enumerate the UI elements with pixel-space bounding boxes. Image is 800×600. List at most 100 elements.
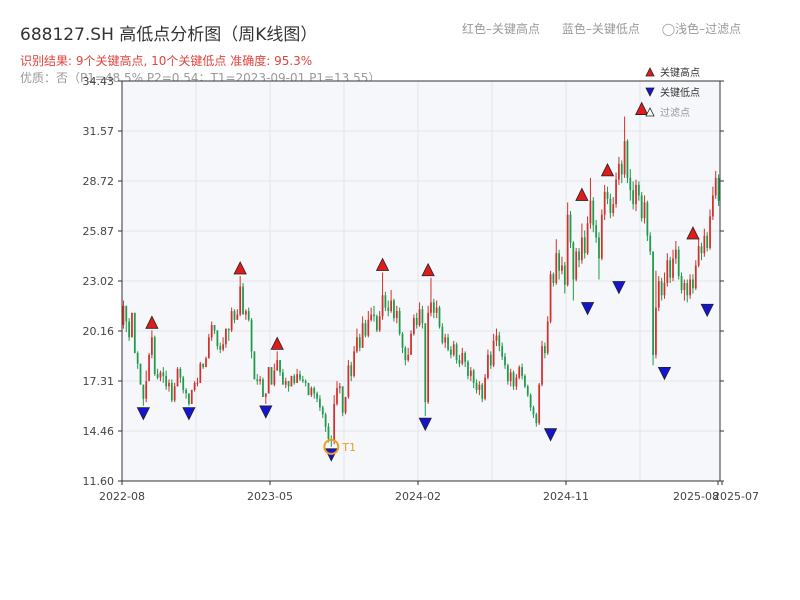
candle-body: [706, 235, 709, 248]
candle-body: [592, 200, 595, 226]
legend-marker-high: [645, 67, 655, 77]
candle-body: [410, 333, 412, 355]
candle-body: [657, 281, 660, 308]
candle-body: [378, 316, 381, 331]
candle-body: [176, 368, 179, 387]
candle-body: [694, 265, 697, 289]
candle-body: [586, 223, 589, 254]
candle-body: [543, 346, 546, 354]
candle-body: [190, 389, 193, 404]
x-tick-label: 2025-08: [673, 490, 719, 503]
candle-body: [438, 307, 441, 327]
candle-body: [247, 311, 250, 320]
candle-body: [333, 403, 336, 441]
x-tick-label: 2024-02: [395, 490, 441, 503]
candle-body: [472, 370, 475, 383]
candle-body: [689, 279, 691, 296]
candle-body: [341, 386, 344, 413]
candle-body: [450, 349, 452, 355]
candle-body: [250, 319, 253, 352]
candle-body: [347, 365, 350, 397]
candle-body: [467, 361, 469, 376]
candle-body: [538, 384, 541, 424]
candle-body: [532, 407, 535, 415]
y-tick-label: 25.87: [83, 225, 115, 238]
candle-body: [615, 179, 617, 205]
candle-body: [151, 337, 153, 355]
candle-body: [310, 388, 313, 396]
candle-body: [205, 358, 207, 368]
candle-body: [549, 274, 552, 322]
candle-body: [415, 318, 418, 326]
candle-body: [148, 354, 150, 382]
candle-body: [179, 368, 182, 378]
candle-body: [441, 326, 444, 343]
candle-body: [498, 335, 501, 347]
candle-body: [338, 386, 341, 389]
candle-body: [524, 375, 526, 387]
candle-body: [299, 374, 301, 380]
candle-body: [373, 314, 375, 317]
candle-body: [259, 379, 261, 382]
candle-body: [287, 381, 290, 387]
y-tick-label: 11.60: [83, 475, 115, 488]
candle-body: [162, 372, 165, 376]
candle-body: [264, 393, 267, 397]
candle-body: [700, 246, 703, 254]
candle-body: [233, 311, 236, 320]
candle-body: [168, 382, 170, 387]
candle-body: [216, 330, 219, 347]
candle-body: [159, 372, 162, 378]
candle-body: [381, 295, 384, 317]
candle-body: [478, 384, 481, 390]
candle-body: [703, 235, 706, 254]
candle-body: [452, 344, 455, 355]
y-tick-label: 17.31: [83, 375, 115, 388]
legend-label-high: 关键高点: [660, 66, 700, 79]
candle-body: [666, 260, 669, 284]
candle-body: [193, 382, 196, 390]
candle-body: [464, 353, 467, 362]
x-tick-label: 2025-07: [713, 490, 759, 503]
candle-body: [583, 237, 586, 254]
candle-body: [375, 316, 378, 331]
candle-body: [185, 389, 187, 394]
candle-body: [301, 379, 304, 382]
candle-body: [196, 382, 199, 384]
candle-body: [276, 360, 279, 371]
candle-body: [535, 414, 538, 424]
candle-body: [412, 318, 415, 334]
candle-body: [353, 351, 355, 376]
candle-body: [307, 382, 310, 396]
candle-body: [358, 337, 361, 348]
candle-body: [236, 314, 239, 320]
candle-body: [455, 344, 458, 361]
t1-label: T1: [341, 441, 356, 454]
candle-body: [122, 305, 125, 326]
candle-body: [495, 335, 498, 341]
candle-body: [364, 323, 367, 336]
candle-body: [393, 300, 395, 319]
candle-body: [461, 353, 464, 364]
y-tick-label: 28.72: [83, 175, 115, 188]
candle-body: [518, 367, 521, 378]
candle-body: [646, 202, 649, 236]
candle-body: [227, 328, 230, 331]
candle-body: [526, 386, 529, 396]
candle-body: [626, 141, 629, 178]
candle-body: [296, 374, 299, 383]
candle-body: [714, 177, 717, 196]
candle-body: [273, 370, 276, 385]
candle-body: [319, 398, 321, 408]
candle-body: [558, 253, 560, 271]
candle-body: [165, 375, 168, 387]
candle-body: [655, 307, 657, 355]
candle-body: [637, 184, 640, 196]
candle-body: [270, 367, 273, 385]
candle-body: [680, 276, 683, 291]
candle-body: [447, 337, 449, 350]
candle-body: [219, 346, 222, 350]
candle-body: [566, 214, 569, 285]
candle-body: [444, 337, 447, 343]
candle-body: [561, 265, 563, 271]
